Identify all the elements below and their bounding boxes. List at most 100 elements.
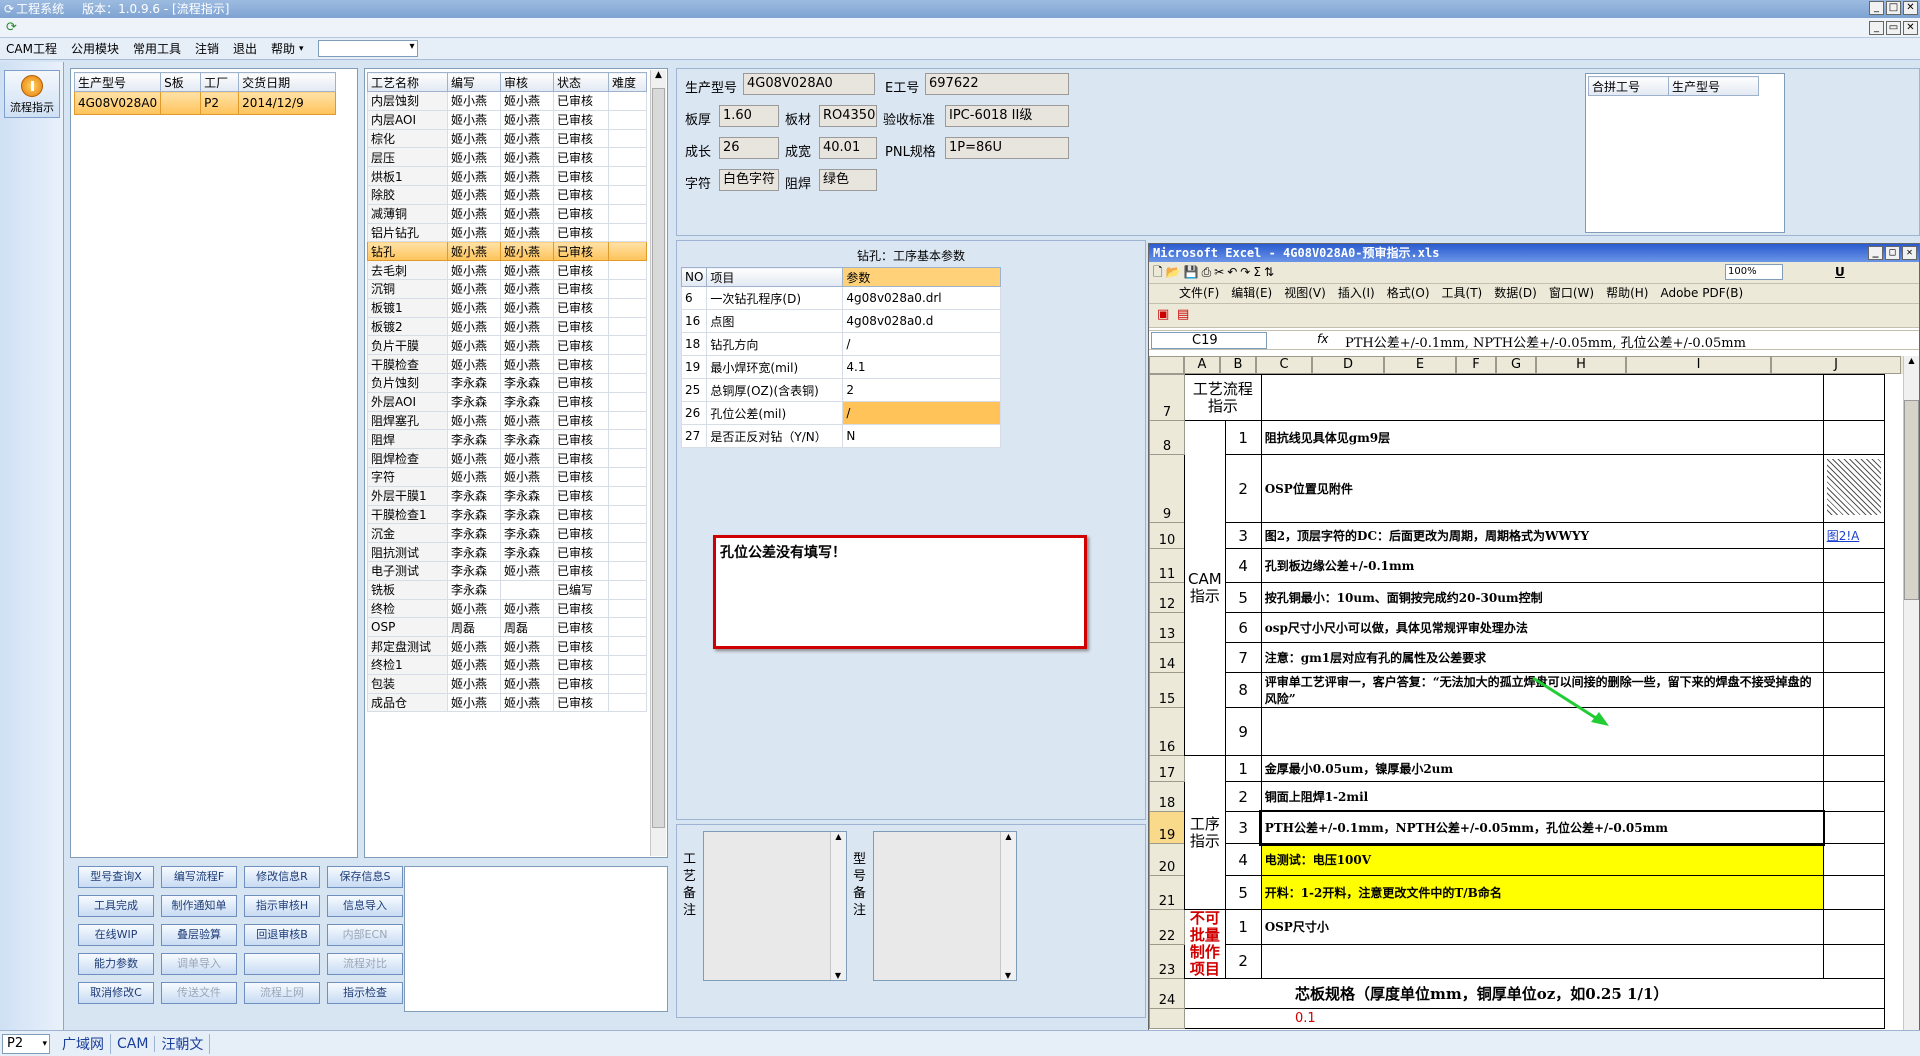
- excel-menu-item[interactable]: 视图(V): [1284, 284, 1326, 303]
- process-row[interactable]: 钻孔 姬小燕 姬小燕 已审核: [367, 241, 647, 262]
- action-button[interactable]: 内部ECN: [327, 924, 403, 946]
- action-button[interactable]: 流程上网: [244, 982, 320, 1004]
- process-row[interactable]: 负片蚀刻 李永森 李永森 已审核: [367, 372, 647, 393]
- cam-label-cell[interactable]: CAM指示: [1184, 420, 1226, 756]
- column-header[interactable]: D: [1312, 356, 1384, 374]
- action-button[interactable]: 工具完成: [78, 895, 154, 917]
- drill-row[interactable]: 19 最小焊环宽(mil) 4.1: [680, 355, 1001, 379]
- action-button[interactable]: [244, 953, 320, 975]
- sheet-cell[interactable]: [1260, 374, 1824, 421]
- col-date[interactable]: 交货日期: [238, 72, 336, 92]
- pdf-mail-icon[interactable]: ▤: [1177, 307, 1189, 322]
- excel-menu-item[interactable]: Adobe PDF(B): [1660, 284, 1743, 303]
- undo-icon[interactable]: ↶: [1227, 265, 1240, 279]
- column-header[interactable]: I: [1626, 356, 1771, 374]
- excel-close[interactable]: ✕: [1902, 246, 1917, 260]
- process-row[interactable]: 除胶 姬小燕 姬小燕 已审核: [367, 184, 647, 205]
- select-all-corner[interactable]: [1149, 356, 1184, 374]
- col-item[interactable]: 项目: [706, 267, 844, 287]
- action-button[interactable]: 指示审核H: [244, 895, 320, 917]
- item-number-cell[interactable]: 5: [1224, 875, 1262, 910]
- sheet-cell[interactable]: [1822, 707, 1885, 756]
- excel-menu-item[interactable]: 窗口(W): [1549, 284, 1594, 303]
- excel-menu-item[interactable]: 工具(T): [1442, 284, 1483, 303]
- process-row[interactable]: 层压 姬小燕 姬小燕 已审核: [367, 147, 647, 168]
- sheet-cell[interactable]: [1822, 672, 1885, 708]
- section-header-cell[interactable]: 工艺流程指示: [1184, 374, 1262, 421]
- drill-row[interactable]: 18 钻孔方向 /: [680, 332, 1001, 356]
- sum-icon[interactable]: Σ: [1253, 265, 1264, 279]
- column-header[interactable]: B: [1220, 356, 1256, 374]
- bold-underline-icon[interactable]: U: [1835, 262, 1845, 282]
- item-number-cell[interactable]: 1: [1224, 909, 1262, 945]
- row-header[interactable]: 17: [1149, 755, 1185, 782]
- excel-minimize[interactable]: _: [1868, 246, 1883, 260]
- action-button[interactable]: 流程对比: [327, 953, 403, 975]
- sheet-cell[interactable]: [1822, 548, 1885, 583]
- nomass-label-cell[interactable]: 不可批量制作项目: [1184, 909, 1226, 979]
- process-row[interactable]: 铣板 李永森 已编写: [367, 579, 647, 600]
- sheet-cell[interactable]: [1822, 582, 1885, 613]
- mdi-minimize-button[interactable]: _: [1869, 21, 1884, 35]
- process-row[interactable]: 阻抗测试 李永森 李永森 已审核: [367, 542, 647, 562]
- process-row[interactable]: 成品仓 姬小燕 姬小燕 已审核: [367, 692, 647, 713]
- row-header[interactable]: 9: [1149, 454, 1185, 523]
- mdi-restore-button[interactable]: ▭: [1886, 21, 1901, 35]
- sheet-cell[interactable]: [1822, 781, 1885, 812]
- process-row[interactable]: 去毛刺 姬小燕 姬小燕 已审核: [367, 260, 647, 280]
- row-header[interactable]: 14: [1149, 642, 1185, 673]
- action-button[interactable]: 制作通知单: [161, 895, 237, 917]
- field-model[interactable]: 4G08V028A0: [743, 73, 875, 95]
- close-button[interactable]: ✕: [1903, 1, 1918, 15]
- instruction-cell[interactable]: [1260, 943, 1824, 979]
- save-icon[interactable]: 💾: [1184, 265, 1202, 279]
- flow-nav-button[interactable]: 流程指示: [4, 70, 60, 118]
- sheet-cell[interactable]: [1822, 843, 1885, 876]
- process-row[interactable]: 沉铜 姬小燕 姬小燕 已审核: [367, 278, 647, 299]
- process-row[interactable]: 铝片钻孔 姬小燕 姬小燕 已审核: [367, 222, 647, 243]
- menu-exit[interactable]: 退出: [231, 40, 259, 57]
- name-box[interactable]: C19: [1151, 332, 1267, 349]
- process-row[interactable]: 板镀1 姬小燕 姬小燕 已审核: [367, 297, 647, 318]
- sort-icon[interactable]: ⇅: [1264, 265, 1277, 279]
- row-header[interactable]: 13: [1149, 612, 1185, 643]
- item-number-cell[interactable]: 4: [1224, 548, 1262, 583]
- instruction-cell[interactable]: 孔到板边缘公差+/-0.1mm: [1260, 548, 1824, 583]
- sheet-cell[interactable]: [1822, 454, 1885, 523]
- row-header[interactable]: 22: [1149, 909, 1185, 945]
- col-writer[interactable]: 编写: [447, 72, 501, 92]
- instruction-cell[interactable]: 图2，顶层字符的DC：后面更改为周期，周期格式为WWYY: [1260, 522, 1824, 549]
- menu-public[interactable]: 公用模块: [69, 40, 121, 57]
- process-row[interactable]: 字符 姬小燕 姬小燕 已审核: [367, 466, 647, 487]
- item-number-cell[interactable]: 3: [1224, 522, 1262, 549]
- row-header[interactable]: 24: [1149, 978, 1185, 1009]
- item-number-cell[interactable]: 7: [1224, 642, 1262, 673]
- field-eno[interactable]: 697622: [925, 73, 1069, 95]
- item-number-cell[interactable]: 3: [1224, 811, 1262, 844]
- action-button[interactable]: 型号查询X: [78, 866, 154, 888]
- instruction-cell[interactable]: 按孔铜最小：10um、面铜按完成约20-30um控制: [1260, 582, 1824, 613]
- process-remark-box[interactable]: ▲ ▼: [703, 831, 847, 981]
- field-mask[interactable]: 绿色: [819, 169, 877, 191]
- print-icon[interactable]: ⎙: [1202, 265, 1215, 279]
- picture-icon[interactable]: [1826, 459, 1881, 515]
- process-row[interactable]: OSP 周磊 周磊 已审核: [367, 617, 647, 638]
- process-row[interactable]: 阻焊 李永森 李永森 已审核: [367, 429, 647, 450]
- proc-label-cell[interactable]: 工序指示: [1184, 755, 1226, 910]
- column-header[interactable]: J: [1771, 356, 1901, 374]
- sheet-cell[interactable]: [1822, 642, 1885, 673]
- cut-icon[interactable]: ✂: [1214, 265, 1227, 279]
- menu-logout[interactable]: 注销: [193, 40, 221, 57]
- instruction-cell[interactable]: 金厚最小0.05um，镍厚最小2um: [1260, 755, 1824, 782]
- col-factory[interactable]: 工厂: [200, 72, 240, 92]
- item-number-cell[interactable]: 5: [1224, 582, 1262, 613]
- item-number-cell[interactable]: 6: [1224, 612, 1262, 643]
- instruction-cell[interactable]: PTH公差+/-0.1mm，NPTH公差+/-0.05mm，孔位公差+/-0.0…: [1259, 809, 1826, 846]
- redo-icon[interactable]: ↷: [1240, 265, 1253, 279]
- minimize-button[interactable]: _: [1869, 1, 1884, 15]
- process-row[interactable]: 负片干膜 姬小燕 姬小燕 已审核: [367, 335, 647, 356]
- column-header[interactable]: A: [1184, 356, 1220, 374]
- excel-maximize[interactable]: □: [1885, 246, 1900, 260]
- process-row[interactable]: 棕化 姬小燕 姬小燕 已审核: [367, 128, 647, 149]
- action-button[interactable]: 信息导入: [327, 895, 403, 917]
